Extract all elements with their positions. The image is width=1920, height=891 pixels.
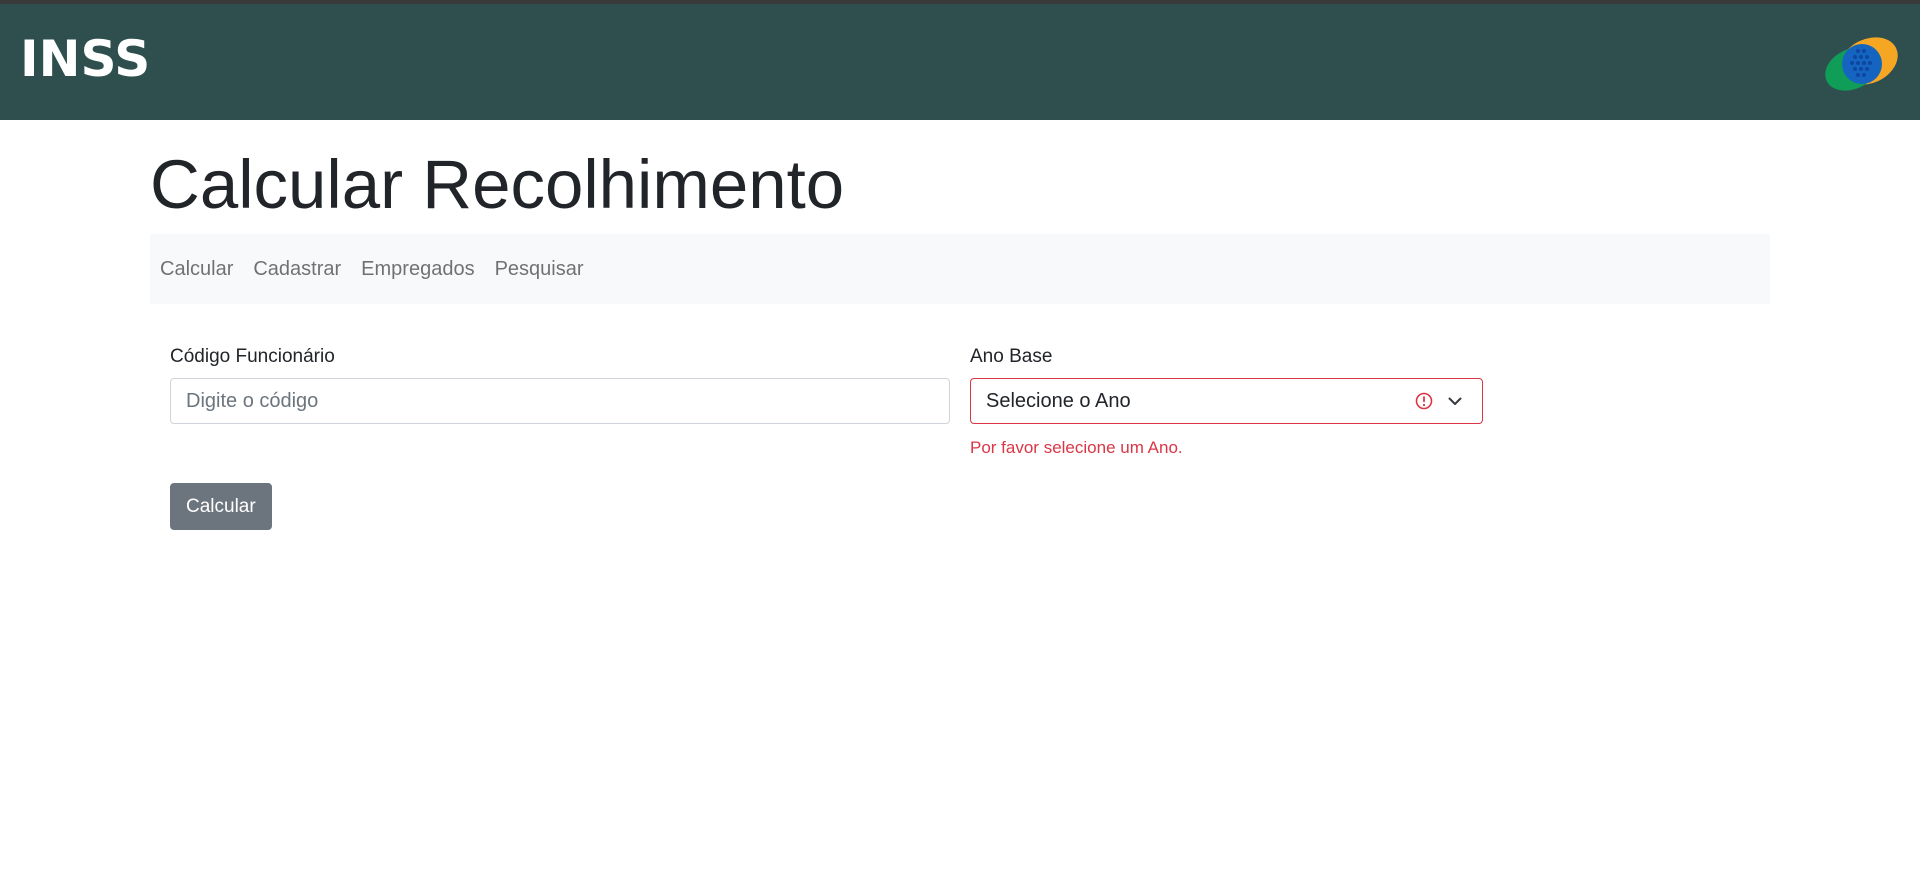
employee-code-label: Código Funcionário bbox=[170, 346, 335, 367]
invalid-alert-icon bbox=[1415, 392, 1433, 410]
nav-link-cadastrar[interactable]: Cadastrar bbox=[253, 258, 341, 281]
secondary-navbar: Calcular Cadastrar Empregados Pesquisar bbox=[150, 234, 1770, 304]
app-header: INSS bbox=[0, 4, 1920, 120]
base-year-error-message: Por favor selecione um Ano. bbox=[970, 438, 1183, 457]
calculate-button[interactable]: Calcular bbox=[170, 483, 272, 530]
employee-code-input[interactable]: Digite o código bbox=[170, 378, 950, 424]
page-title: Calcular Recolhimento bbox=[150, 146, 845, 223]
base-year-label: Ano Base bbox=[970, 346, 1053, 367]
inss-logo-icon bbox=[1825, 37, 1898, 91]
nav-link-empregados[interactable]: Empregados bbox=[361, 258, 474, 281]
chevron-down-icon bbox=[1448, 397, 1462, 405]
employee-code-placeholder: Digite o código bbox=[186, 389, 319, 412]
base-year-selected-value: Selecione o Ano bbox=[986, 389, 1131, 412]
brand-title[interactable]: INSS bbox=[20, 34, 150, 84]
base-year-select[interactable]: Selecione o Ano bbox=[970, 378, 1483, 424]
nav-link-calcular[interactable]: Calcular bbox=[160, 258, 233, 281]
nav-link-pesquisar[interactable]: Pesquisar bbox=[495, 258, 584, 281]
